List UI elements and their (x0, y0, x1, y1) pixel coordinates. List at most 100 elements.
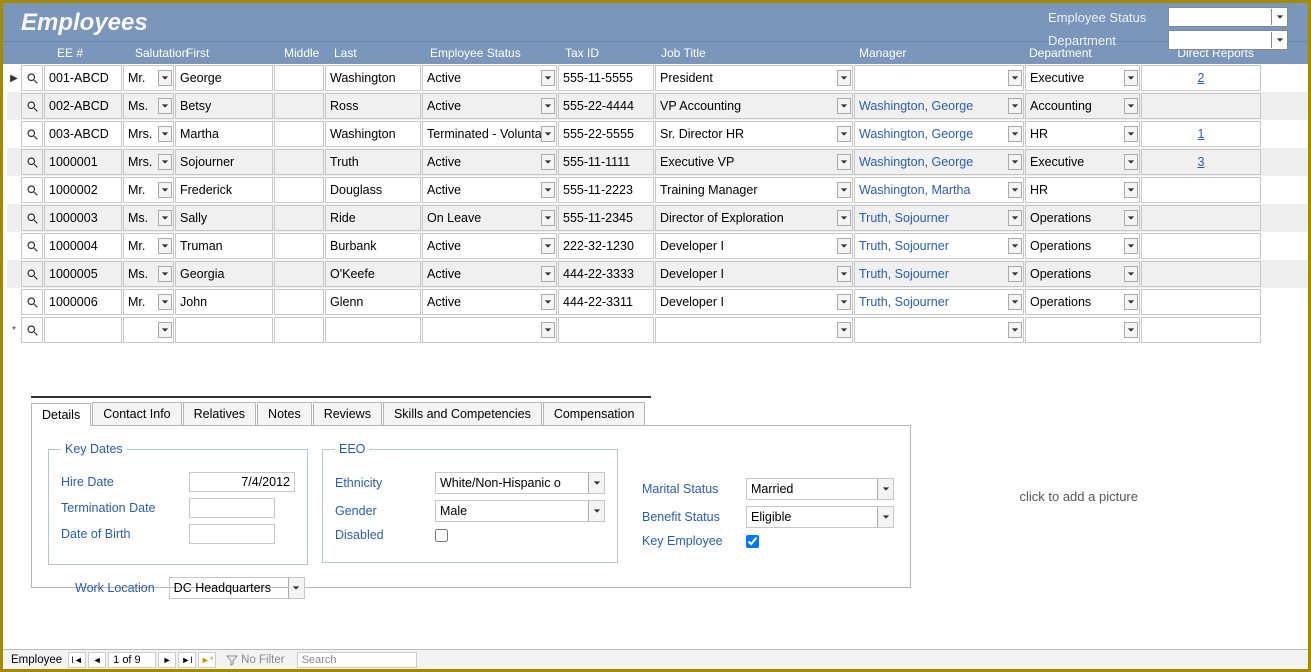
cell-status[interactable]: Active (422, 65, 557, 91)
cell-middle[interactable] (274, 121, 324, 147)
cell-status[interactable]: Active (422, 261, 557, 287)
cell-middle[interactable] (274, 233, 324, 259)
dob-field[interactable] (189, 524, 275, 544)
cell-job[interactable]: President (655, 65, 853, 91)
tab-reviews[interactable]: Reviews (313, 402, 382, 425)
cell-middle[interactable] (274, 317, 324, 343)
row-search-button[interactable] (21, 261, 43, 287)
cell-dept[interactable]: Operations (1025, 205, 1140, 231)
cell-salutation[interactable]: Ms. (123, 261, 174, 287)
marital-select[interactable]: Married (746, 478, 894, 500)
cell-manager[interactable]: Truth, Sojourner (854, 233, 1024, 259)
no-filter-indicator[interactable]: No Filter (226, 654, 284, 666)
cell-last[interactable]: Ross (325, 93, 421, 119)
term-date-field[interactable] (189, 498, 275, 518)
row-search-button[interactable] (21, 177, 43, 203)
cell-dept[interactable]: Executive (1025, 65, 1140, 91)
cell-ee[interactable]: 1000004 (44, 233, 122, 259)
cell-middle[interactable] (274, 289, 324, 315)
cell-dept[interactable]: Executive (1025, 149, 1140, 175)
cell-job[interactable]: Sr. Director HR (655, 121, 853, 147)
row-search-button[interactable] (21, 149, 43, 175)
cell-dept[interactable]: Operations (1025, 261, 1140, 287)
cell-direct-reports[interactable] (1141, 93, 1261, 119)
cell-job[interactable]: VP Accounting (655, 93, 853, 119)
cell-direct-reports[interactable] (1141, 177, 1261, 203)
cell-status[interactable]: Terminated - Volunta (422, 121, 557, 147)
nav-last-button[interactable]: ►I (178, 652, 196, 668)
cell-tax[interactable]: 555-11-1111 (558, 149, 654, 175)
tab-notes[interactable]: Notes (257, 402, 312, 425)
cell-last[interactable]: O'Keefe (325, 261, 421, 287)
benefit-select[interactable]: Eligible (746, 506, 894, 528)
cell-first[interactable]: Martha (175, 121, 273, 147)
cell-dept[interactable]: Operations (1025, 289, 1140, 315)
cell-middle[interactable] (274, 261, 324, 287)
tab-comp[interactable]: Compensation (543, 402, 646, 425)
record-position-input[interactable] (108, 652, 156, 668)
cell-direct-reports[interactable]: 3 (1141, 149, 1261, 175)
cell-ee[interactable]: 1000003 (44, 205, 122, 231)
cell-direct-reports[interactable]: 1 (1141, 121, 1261, 147)
gender-select[interactable]: Male (435, 500, 605, 522)
cell-dept[interactable]: Accounting (1025, 93, 1140, 119)
cell-middle[interactable] (274, 149, 324, 175)
row-search-button[interactable] (21, 65, 43, 91)
row-search-button[interactable] (21, 289, 43, 315)
cell-tax[interactable]: 555-22-4444 (558, 93, 654, 119)
cell-middle[interactable] (274, 177, 324, 203)
cell-ee[interactable]: 1000005 (44, 261, 122, 287)
cell-salutation[interactable] (123, 317, 174, 343)
cell-salutation[interactable]: Ms. (123, 205, 174, 231)
cell-tax[interactable]: 555-11-5555 (558, 65, 654, 91)
cell-last[interactable]: Glenn (325, 289, 421, 315)
cell-middle[interactable] (274, 65, 324, 91)
row-search-button[interactable] (21, 317, 43, 343)
cell-job[interactable]: Developer I (655, 233, 853, 259)
cell-tax[interactable]: 444-22-3311 (558, 289, 654, 315)
cell-dept[interactable]: HR (1025, 177, 1140, 203)
cell-ee[interactable]: 002-ABCD (44, 93, 122, 119)
cell-job[interactable]: Director of Exploration (655, 205, 853, 231)
cell-manager[interactable]: Washington, George (854, 149, 1024, 175)
row-search-button[interactable] (21, 205, 43, 231)
cell-status[interactable]: Active (422, 289, 557, 315)
cell-direct-reports[interactable] (1141, 261, 1261, 287)
cell-first[interactable]: Betsy (175, 93, 273, 119)
cell-status[interactable]: Active (422, 233, 557, 259)
cell-last[interactable]: Washington (325, 65, 421, 91)
cell-direct-reports[interactable] (1141, 289, 1261, 315)
cell-salutation[interactable]: Mr. (123, 177, 174, 203)
cell-job[interactable]: Executive VP (655, 149, 853, 175)
cell-first[interactable]: Georgia (175, 261, 273, 287)
cell-tax[interactable]: 444-22-3333 (558, 261, 654, 287)
cell-last[interactable]: Truth (325, 149, 421, 175)
cell-last[interactable]: Douglass (325, 177, 421, 203)
cell-ee[interactable] (44, 317, 122, 343)
cell-first[interactable]: Sally (175, 205, 273, 231)
cell-ee[interactable]: 003-ABCD (44, 121, 122, 147)
nav-prev-button[interactable]: ◄ (88, 652, 106, 668)
row-search-button[interactable] (21, 233, 43, 259)
cell-status[interactable]: Active (422, 177, 557, 203)
cell-ee[interactable]: 001-ABCD (44, 65, 122, 91)
keyemp-checkbox[interactable] (746, 535, 759, 548)
cell-tax[interactable]: 555-11-2223 (558, 177, 654, 203)
cell-middle[interactable] (274, 205, 324, 231)
nav-next-button[interactable]: ► (158, 652, 176, 668)
cell-manager[interactable]: Truth, Sojourner (854, 205, 1024, 231)
cell-salutation[interactable]: Mr. (123, 233, 174, 259)
cell-manager[interactable]: Washington, George (854, 93, 1024, 119)
cell-manager[interactable] (854, 317, 1024, 343)
cell-first[interactable]: George (175, 65, 273, 91)
cell-first[interactable]: Frederick (175, 177, 273, 203)
cell-last[interactable]: Washington (325, 121, 421, 147)
cell-manager[interactable]: Truth, Sojourner (854, 289, 1024, 315)
cell-manager[interactable]: Washington, Martha (854, 177, 1024, 203)
cell-salutation[interactable]: Mr. (123, 65, 174, 91)
cell-ee[interactable]: 1000002 (44, 177, 122, 203)
tab-relatives[interactable]: Relatives (183, 402, 256, 425)
cell-salutation[interactable]: Mr. (123, 289, 174, 315)
new-record-row[interactable]: * (7, 316, 1308, 344)
cell-status[interactable]: Active (422, 149, 557, 175)
